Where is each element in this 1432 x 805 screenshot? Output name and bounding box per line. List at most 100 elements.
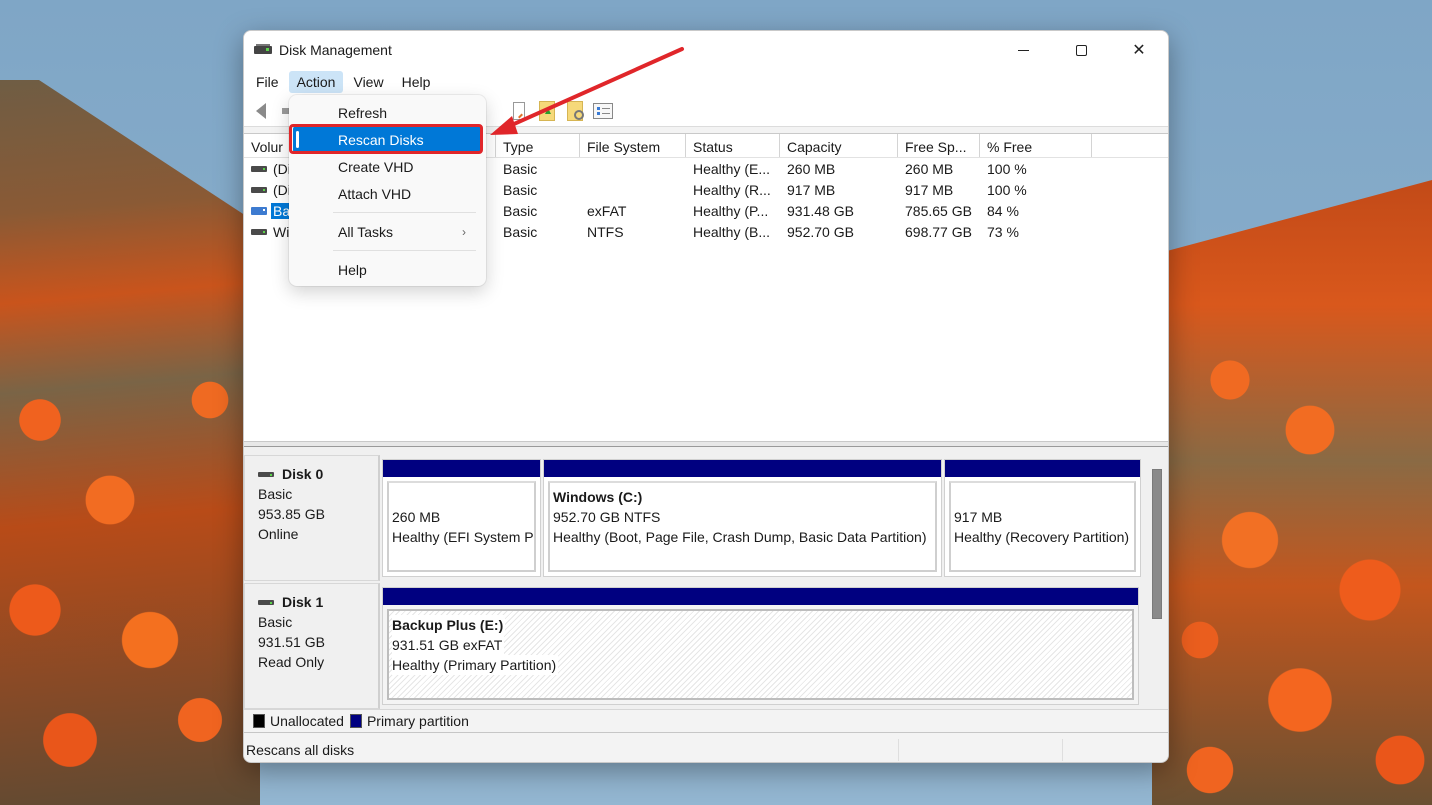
- column-header-percent-free[interactable]: % Free: [980, 134, 1092, 157]
- close-icon: ✕: [1132, 42, 1146, 59]
- maximize-icon: [1075, 44, 1087, 56]
- disk-label[interactable]: Disk 1 Basic 931.51 GB Read Only: [244, 583, 380, 709]
- menu-item-refresh[interactable]: Refresh: [293, 99, 482, 126]
- status-divider: [1062, 739, 1063, 761]
- disk-management-app-icon: [254, 44, 272, 56]
- minimize-icon: [1017, 49, 1029, 51]
- minimize-button[interactable]: [994, 31, 1052, 69]
- close-button[interactable]: ✕: [1110, 31, 1168, 69]
- status-divider: [898, 739, 899, 761]
- folder-up-icon: [539, 100, 555, 121]
- disk-size: 953.85 GB: [258, 506, 325, 522]
- maximize-button[interactable]: [1052, 31, 1110, 69]
- menu-view[interactable]: View: [345, 71, 391, 93]
- volume-capacity: 931.48 GB: [787, 202, 854, 219]
- disk-map-scrollbar[interactable]: [1152, 469, 1162, 619]
- volume-capacity: 260 MB: [787, 160, 836, 177]
- menu-item-create-vhd[interactable]: Create VHD: [293, 153, 482, 180]
- folder-search-button[interactable]: [564, 100, 586, 122]
- menu-bar: File Action View Help: [244, 69, 1168, 95]
- menu-separator: [333, 250, 476, 251]
- volume-type: Basic: [503, 202, 538, 219]
- volume-status: Healthy (R...: [693, 181, 771, 198]
- disk-state: Online: [258, 526, 299, 542]
- disk-row: Disk 1 Basic 931.51 GB Read Only Backup …: [244, 583, 1150, 709]
- partition-size: 917 MB: [954, 509, 1003, 525]
- menu-action[interactable]: Action: [288, 71, 344, 93]
- column-header-free-space[interactable]: Free Sp...: [898, 134, 980, 157]
- menu-item-all-tasks[interactable]: All Tasks ›: [293, 218, 482, 245]
- disk-name: Disk 1: [282, 594, 324, 610]
- partition-windows-c[interactable]: Windows (C:) 952.70 GB NTFS Healthy (Boo…: [543, 459, 942, 577]
- properties-icon: [593, 102, 613, 119]
- volume-free-space: 917 MB: [905, 181, 954, 198]
- partition-name: Backup Plus (E:): [392, 615, 506, 635]
- volume-status: Healthy (P...: [693, 202, 769, 219]
- partition-size: 260 MB: [392, 509, 441, 525]
- volume-percent-free: 100 %: [987, 181, 1027, 198]
- disk-map: Disk 0 Basic 953.85 GB Online 260 MB Hea…: [244, 447, 1168, 709]
- disk-label[interactable]: Disk 0 Basic 953.85 GB Online: [244, 455, 380, 581]
- volume-capacity: 917 MB: [787, 181, 836, 198]
- legend-label-unallocated: Unallocated: [270, 713, 344, 729]
- primary-partition-bar: [383, 460, 540, 477]
- title-bar[interactable]: Disk Management ✕: [244, 31, 1168, 69]
- folder-up-button[interactable]: [536, 100, 558, 122]
- disk-icon: [258, 599, 274, 605]
- drive-icon: [251, 186, 267, 193]
- window-title: Disk Management: [279, 42, 392, 58]
- primary-partition-bar: [945, 460, 1140, 477]
- disk-icon: [258, 471, 274, 477]
- volume-type: Basic: [503, 181, 538, 198]
- volume-file-system: exFAT: [587, 202, 627, 219]
- partition-status: Healthy (Recovery Partition): [954, 529, 1130, 545]
- column-header-type[interactable]: Type: [496, 134, 580, 157]
- legend-label-primary: Primary partition: [366, 713, 469, 729]
- legend: Unallocated Primary partition: [244, 709, 1168, 733]
- partition-recovery[interactable]: 917 MB Healthy (Recovery Partition): [944, 459, 1141, 577]
- disk-type: Basic: [258, 486, 293, 502]
- status-text: Rescans all disks: [246, 742, 355, 758]
- back-arrow-icon: [256, 102, 266, 119]
- document-icon: [513, 101, 525, 120]
- usb-drive-icon: [251, 206, 267, 215]
- volume-free-space: 785.65 GB: [905, 202, 972, 219]
- volume-percent-free: 84 %: [987, 202, 1019, 219]
- column-header-capacity[interactable]: Capacity: [780, 134, 898, 157]
- column-header-status[interactable]: Status: [686, 134, 780, 157]
- back-button[interactable]: [250, 100, 272, 122]
- volume-file-system: NTFS: [587, 223, 624, 240]
- partition-efi[interactable]: 260 MB Healthy (EFI System P: [382, 459, 541, 577]
- volume-capacity: 952.70 GB: [787, 223, 854, 240]
- disk-row: Disk 0 Basic 953.85 GB Online 260 MB Hea…: [244, 455, 1150, 581]
- menu-item-help[interactable]: Help: [293, 256, 482, 283]
- partition-status: Healthy (Boot, Page File, Crash Dump, Ba…: [553, 529, 927, 545]
- help-doc-button[interactable]: [508, 100, 530, 122]
- folder-search-icon: [567, 100, 584, 121]
- unallocated-swatch: [253, 714, 265, 728]
- menu-file[interactable]: File: [248, 71, 287, 93]
- drive-icon: [251, 165, 267, 172]
- disk-size: 931.51 GB: [258, 634, 325, 650]
- partition-status: Healthy (Primary Partition): [392, 655, 559, 675]
- partition-name: Windows (C:): [553, 489, 643, 505]
- volume-status: Healthy (B...: [693, 223, 771, 240]
- partition-backup-plus-e[interactable]: Backup Plus (E:) 931.51 GB exFAT Healthy…: [382, 587, 1139, 705]
- volume-percent-free: 100 %: [987, 160, 1027, 177]
- volume-type: Basic: [503, 223, 538, 240]
- volume-percent-free: 73 %: [987, 223, 1019, 240]
- annotation-highlight-box: [289, 124, 483, 154]
- partition-size: 931.51 GB exFAT: [392, 635, 505, 655]
- volume-status: Healthy (E...: [693, 160, 771, 177]
- menu-help[interactable]: Help: [394, 71, 439, 93]
- menu-item-attach-vhd[interactable]: Attach VHD: [293, 180, 482, 207]
- disk-name: Disk 0: [282, 466, 324, 482]
- volume-free-space: 260 MB: [905, 160, 954, 177]
- chevron-right-icon: ›: [462, 224, 466, 239]
- menu-separator: [333, 212, 476, 213]
- properties-button[interactable]: [592, 100, 614, 122]
- volume-free-space: 698.77 GB: [905, 223, 972, 240]
- drive-icon: [251, 228, 267, 235]
- column-header-file-system[interactable]: File System: [580, 134, 686, 157]
- partition-size: 952.70 GB NTFS: [553, 509, 661, 525]
